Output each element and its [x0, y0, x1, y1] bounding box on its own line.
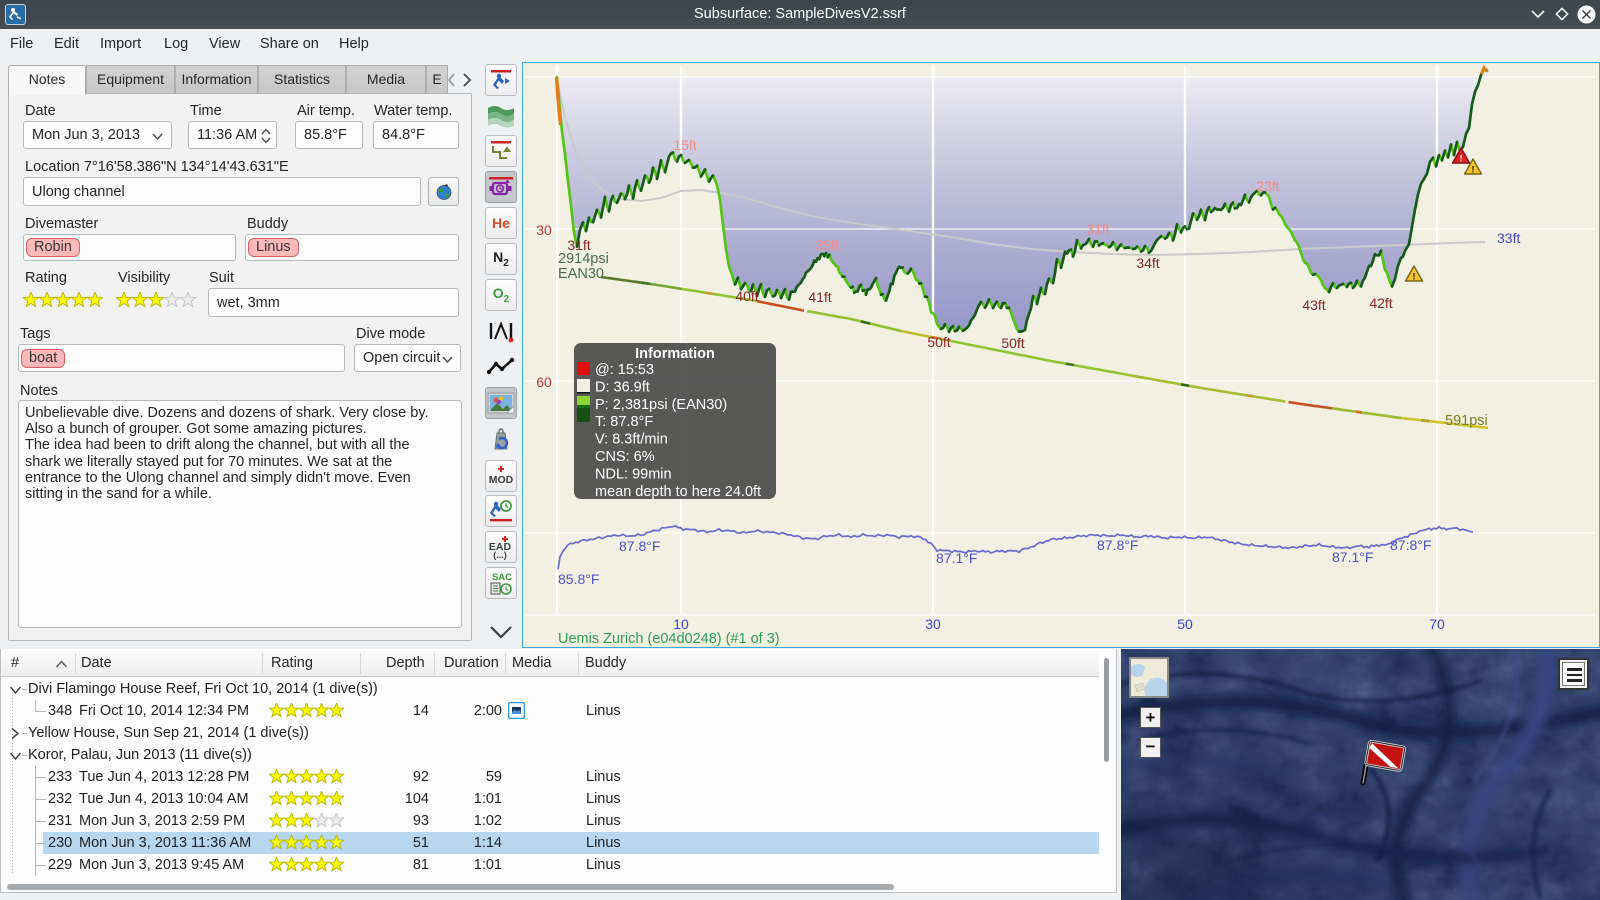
svg-text:87.1°F: 87.1°F: [1332, 549, 1373, 565]
svg-text:SAC: SAC: [492, 572, 512, 583]
svg-text:591psi: 591psi: [1445, 413, 1488, 429]
svg-text:87.8°F: 87.8°F: [1097, 537, 1138, 553]
svg-text:!: !: [1472, 165, 1475, 175]
svg-text:43ft: 43ft: [1302, 297, 1325, 313]
svg-text:35ft: 35ft: [815, 237, 838, 253]
svg-text:30: 30: [536, 222, 552, 238]
svg-text:mean depth to here 24.0ft: mean depth to here 24.0ft: [595, 484, 761, 500]
svg-text:34ft: 34ft: [1136, 255, 1159, 271]
svg-text:T: 87.8°F: T: 87.8°F: [595, 414, 653, 430]
svg-text:NDL: 99min: NDL: 99min: [595, 466, 672, 482]
svg-text:60: 60: [536, 374, 552, 390]
svg-text:23ft: 23ft: [1256, 178, 1279, 194]
svg-text:Information: Information: [635, 346, 715, 362]
svg-text:EAN30: EAN30: [558, 266, 604, 282]
svg-text:V: 8.3ft/min: V: 8.3ft/min: [595, 432, 668, 448]
svg-text:!: !: [1413, 272, 1416, 282]
svg-text:10: 10: [673, 616, 689, 632]
svg-text:70: 70: [1429, 616, 1445, 632]
svg-text:D: 36.9ft: D: 36.9ft: [595, 379, 650, 395]
svg-text:87:8°F: 87:8°F: [1390, 537, 1431, 553]
svg-text:MOD: MOD: [489, 474, 514, 486]
svg-text:40ft: 40ft: [735, 288, 758, 304]
svg-text:31ft: 31ft: [1086, 221, 1109, 237]
svg-text:CNS: 6%: CNS: 6%: [595, 449, 655, 465]
svg-text:87.1°F: 87.1°F: [936, 550, 977, 566]
svg-text:50: 50: [1177, 616, 1193, 632]
svg-text:50ft: 50ft: [1001, 335, 1024, 351]
svg-text:85.8°F: 85.8°F: [558, 571, 599, 587]
svg-text:33ft: 33ft: [1497, 230, 1520, 246]
svg-text:50ft: 50ft: [927, 334, 950, 350]
svg-text:87.8°F: 87.8°F: [619, 538, 660, 554]
svg-text:P: 2,381psi (EAN30): P: 2,381psi (EAN30): [595, 397, 727, 413]
svg-text:!: !: [1460, 154, 1463, 164]
svg-text:42ft: 42ft: [1369, 295, 1392, 311]
svg-text:(...): (...): [493, 550, 507, 560]
svg-text:30: 30: [925, 616, 941, 632]
svg-text:Uemis Zurich (e04d0248) (#1 of: Uemis Zurich (e04d0248) (#1 of 3): [558, 631, 780, 646]
svg-text:15ft: 15ft: [673, 137, 696, 153]
svg-text:2914psi: 2914psi: [558, 251, 609, 267]
svg-text:41ft: 41ft: [808, 289, 831, 305]
svg-text:@: 15:53: @: 15:53: [595, 362, 654, 378]
